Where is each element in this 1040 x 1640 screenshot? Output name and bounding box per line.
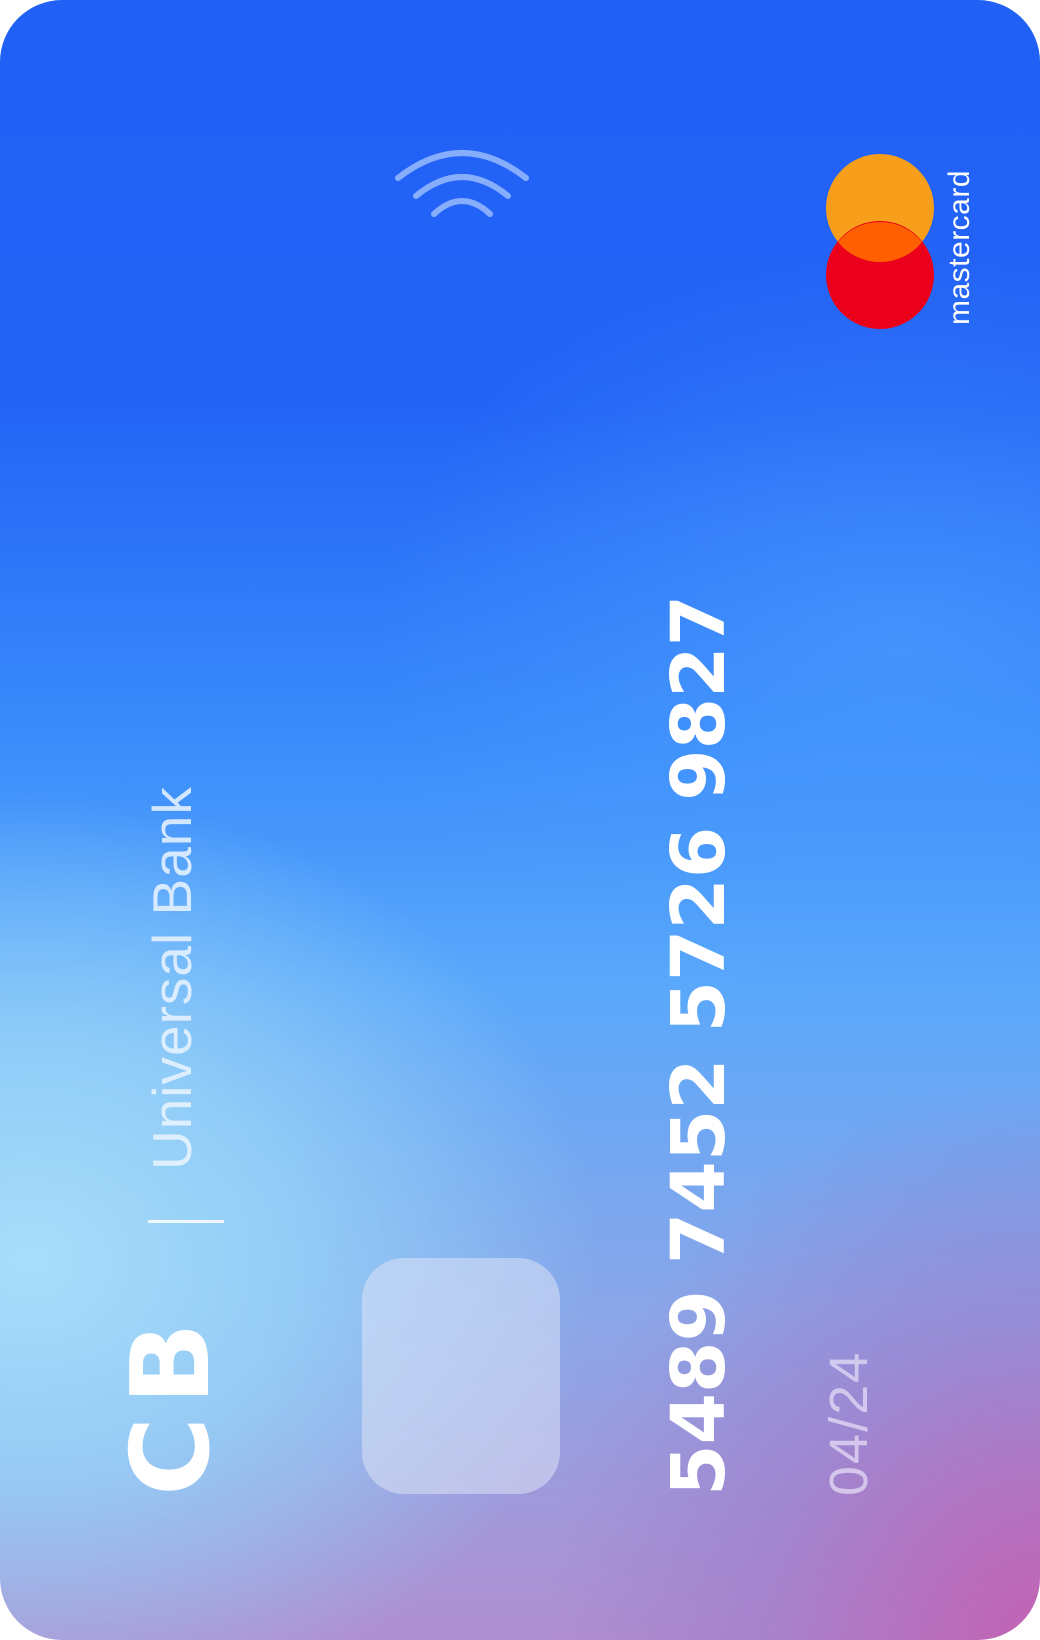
card-number: 5489 7452 5726 9827 bbox=[656, 594, 742, 1496]
bank-card: mastercard CB Universal Bank 5489 7452 5… bbox=[0, 0, 1040, 1640]
expiry-date: 04/24 bbox=[819, 1350, 879, 1496]
chip-icon bbox=[362, 1258, 560, 1494]
mastercard-logo-icon bbox=[826, 154, 934, 329]
bank-logo: CB bbox=[109, 1310, 234, 1496]
mastercard-wordmark: mastercard bbox=[943, 169, 976, 325]
divider bbox=[148, 1220, 224, 1223]
contactless-icon bbox=[395, 150, 529, 217]
bank-name: Universal Bank bbox=[141, 786, 203, 1170]
